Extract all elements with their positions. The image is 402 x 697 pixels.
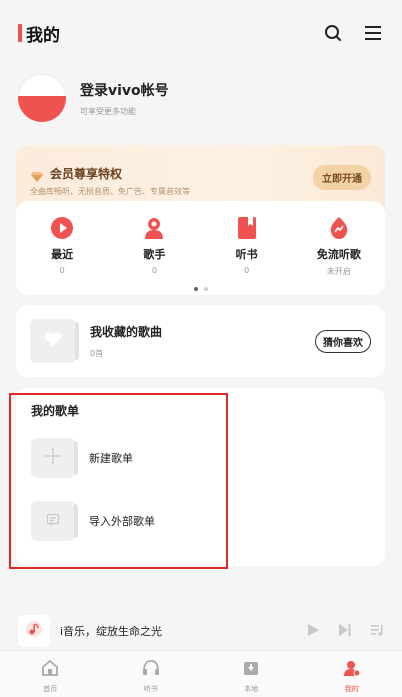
title-accent-mark <box>18 24 22 42</box>
bottom-nav: 首页 听书 本地 我的 <box>0 650 402 697</box>
nav-home[interactable]: 首页 <box>0 651 101 697</box>
nav-local[interactable]: 本地 <box>201 651 302 697</box>
page-dot <box>203 287 208 291</box>
now-playing-cover[interactable] <box>18 615 50 647</box>
mini-player[interactable]: i音乐，绽放生命之光 <box>0 612 402 650</box>
login-subtitle: 可享受更多功能 <box>80 106 136 116</box>
singer-icon <box>141 215 167 241</box>
user-icon <box>343 659 361 681</box>
headphones-icon <box>142 659 160 681</box>
play-icon <box>49 215 75 241</box>
quick-item-data-free[interactable]: 免流听歌 未开启 <box>293 215 385 277</box>
now-playing-title: i音乐，绽放生命之光 <box>60 625 163 638</box>
favorite-songs-card[interactable]: 我收藏的歌曲 0首 猜你喜欢 <box>16 305 385 377</box>
page-title: 我的 <box>26 25 60 46</box>
quick-item-recent[interactable]: 最近 0 <box>16 215 108 277</box>
page-indicator <box>16 287 385 291</box>
data-free-icon <box>326 215 352 241</box>
vip-title: 会员尊享特权 <box>50 167 123 181</box>
playlist-queue-icon[interactable] <box>370 622 384 641</box>
book-icon <box>234 215 260 241</box>
nav-mine[interactable]: 我的 <box>302 651 402 697</box>
favorite-cover <box>30 319 79 363</box>
page-dot-active <box>193 287 198 291</box>
avatar[interactable] <box>18 74 66 122</box>
play-button-icon[interactable] <box>306 622 320 641</box>
top-actions <box>322 22 384 44</box>
highlight-box <box>9 393 228 569</box>
quick-item-singer[interactable]: 歌手 0 <box>108 215 200 277</box>
quick-item-audiobook[interactable]: 听书 0 <box>201 215 293 277</box>
heart-icon <box>44 331 62 351</box>
player-controls <box>306 622 384 641</box>
diamond-icon <box>30 168 44 182</box>
home-icon <box>41 659 59 681</box>
quick-access-card: 最近 0 歌手 0 听书 0 免流听歌 未开启 <box>16 201 385 295</box>
nav-audiobook[interactable]: 听书 <box>101 651 202 697</box>
menu-icon[interactable] <box>362 22 384 44</box>
music-note-icon <box>25 620 43 642</box>
favorite-title: 我收藏的歌曲 <box>90 325 163 339</box>
favorite-count: 0首 <box>90 349 104 358</box>
vip-open-button[interactable]: 立即开通 <box>313 165 371 190</box>
guess-you-like-button[interactable]: 猜你喜欢 <box>315 329 371 353</box>
local-icon <box>242 659 260 681</box>
login-profile[interactable]: 登录vivo帐号 可享受更多功能 <box>18 74 169 122</box>
top-bar: 我的 <box>0 0 402 66</box>
search-icon[interactable] <box>322 22 344 44</box>
next-track-icon[interactable] <box>338 622 352 641</box>
login-title: 登录vivo帐号 <box>80 82 169 99</box>
